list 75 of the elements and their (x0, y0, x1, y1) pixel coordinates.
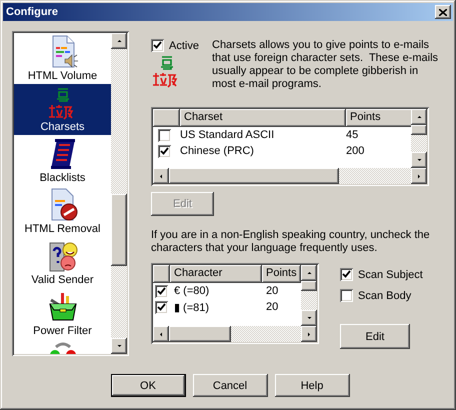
checkbox-label[interactable]: Active (169, 40, 199, 52)
column-header[interactable]: Points (346, 109, 411, 127)
scroll-thumb[interactable] (169, 168, 339, 184)
horizontal-scrollbar[interactable] (153, 168, 427, 184)
dialog-button[interactable]: Cancel (192, 374, 268, 397)
scroll-right-button[interactable] (411, 168, 427, 184)
scroll-down-button[interactable] (301, 310, 317, 326)
table-cell-text: Chinese (PRC) (179, 145, 255, 157)
category-item[interactable]: Power Filter (14, 288, 111, 339)
up-arrow-icon (416, 115, 422, 119)
checkbox-label[interactable]: Scan Body (358, 290, 412, 302)
horizontal-scrollbar[interactable] (153, 326, 317, 342)
scroll-down-button[interactable] (111, 338, 127, 354)
table-cell-text: € (=80) (173, 285, 210, 297)
scroll-up-button[interactable] (111, 33, 127, 49)
scroll-thumb[interactable] (169, 326, 231, 342)
checkbox[interactable] (151, 39, 164, 52)
hint-text: If you are in a non-English speaking country, uncheck the characters that your language frequently uses. (151, 229, 431, 255)
scroll-thumb[interactable] (111, 194, 127, 266)
vertical-scrollbar[interactable] (111, 33, 127, 354)
checkbox[interactable] (340, 289, 353, 302)
table-cell-text: ▮ (=81) (173, 300, 210, 314)
down-arrow-icon (416, 158, 422, 162)
category-label: Power Filter (33, 324, 92, 338)
scroll-down-button[interactable] (411, 152, 427, 168)
down-arrow-icon (116, 344, 122, 348)
vertical-scrollbar[interactable] (301, 265, 317, 326)
category-label: HTML Volume (28, 69, 98, 83)
scroll-up-button[interactable] (301, 265, 317, 281)
table-cell-text: US Standard ASCII (179, 129, 276, 141)
window-title: Configure (6, 6, 58, 18)
close-button[interactable] (435, 5, 451, 19)
column-header[interactable]: Character (170, 265, 262, 283)
left-arrow-icon (159, 330, 163, 338)
edit-button[interactable]: Edit (340, 324, 410, 349)
scroll-left-button[interactable] (153, 168, 169, 184)
column-header[interactable]: Charset (180, 109, 346, 127)
table-cell-text: 45 (345, 129, 360, 141)
column-header[interactable]: Points (262, 265, 301, 283)
category-item[interactable]: Blacklists (14, 135, 111, 186)
checkbox[interactable] (158, 128, 171, 142)
up-arrow-icon (306, 271, 312, 275)
checkbox[interactable] (158, 144, 171, 158)
right-arrow-icon (417, 172, 421, 180)
down-arrow-icon (306, 316, 312, 320)
up-arrow-icon (116, 39, 122, 43)
category-label: Charsets (40, 120, 85, 134)
category-item[interactable]: HTML Removal (14, 186, 111, 237)
category-label: HTML Removal (24, 222, 100, 236)
dialog-button[interactable]: OK (110, 374, 186, 397)
category-item[interactable]: Charsets (14, 84, 111, 135)
checkbox[interactable] (340, 268, 353, 281)
scroll-up-button[interactable] (411, 109, 427, 125)
close-icon (439, 8, 447, 16)
checkbox[interactable] (155, 284, 168, 298)
vertical-scrollbar[interactable] (411, 109, 427, 168)
table-cell-text: 20 (265, 285, 280, 297)
header-cell (153, 265, 170, 283)
scroll-right-button[interactable] (301, 326, 317, 342)
description-text: Charsets allows you to give points to e-mails that use foreign character sets. These e-mails usually appear to be complete gibberish in most e-mail programs. (212, 39, 440, 91)
checkbox-label[interactable]: Scan Subject (358, 268, 423, 280)
category-item[interactable]: Valid Sender (14, 237, 111, 288)
category-label: Valid Sender (31, 273, 94, 287)
scroll-left-button[interactable] (153, 326, 169, 342)
category-label: Blacklists (40, 171, 86, 185)
right-arrow-icon (307, 330, 311, 338)
table-cell-text: 20 (265, 301, 280, 313)
category-item[interactable]: HTML Volume (14, 33, 111, 84)
scroll-thumb[interactable] (411, 125, 427, 135)
checkbox[interactable] (155, 300, 168, 314)
dialog-button[interactable]: Help (274, 374, 350, 397)
left-arrow-icon (159, 172, 163, 180)
table-cell-text: 200 (345, 145, 366, 157)
scroll-thumb[interactable] (301, 281, 317, 291)
header-cell (153, 109, 180, 127)
